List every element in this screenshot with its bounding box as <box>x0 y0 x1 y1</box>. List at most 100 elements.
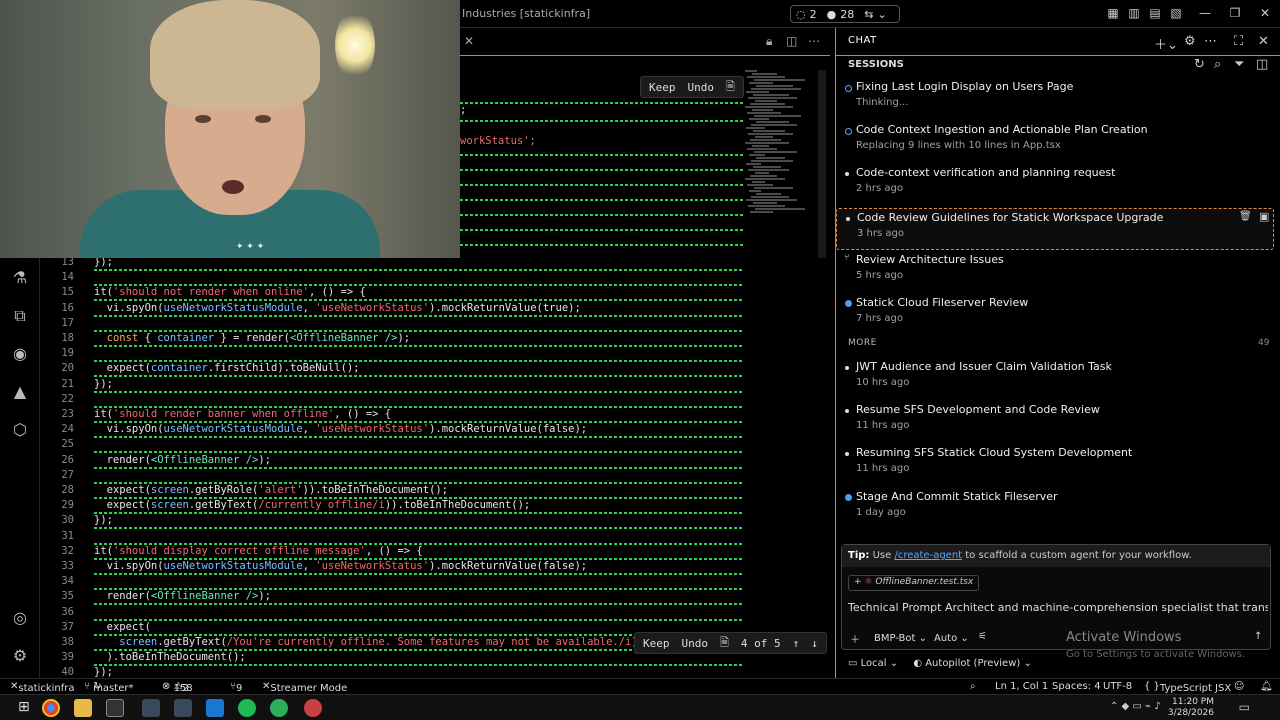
tools-icon[interactable]: ⚟ <box>978 631 987 642</box>
line-number[interactable]: 30 <box>40 514 74 526</box>
delete-session-icon[interactable]: 🗑︎ <box>1239 211 1252 222</box>
notification-center-icon[interactable]: ▭ <box>1239 700 1250 714</box>
create-agent-link[interactable]: /create-agent <box>894 550 962 561</box>
tab-close-icon[interactable]: ✕ <box>464 34 474 48</box>
streamer-mode[interactable]: ✕ Streamer Mode <box>262 681 347 694</box>
line-number[interactable]: 38 <box>40 636 74 648</box>
code-line[interactable]: 17 <box>40 317 830 332</box>
line-number[interactable]: 19 <box>40 347 74 359</box>
session-item[interactable]: Stage And Commit Statick Fileserver 1 day… <box>836 488 1274 530</box>
chat-prompt-input[interactable]: Technical Prompt Architect and machine-c… <box>848 601 1268 614</box>
line-number[interactable]: 32 <box>40 545 74 557</box>
minimap[interactable] <box>745 70 805 220</box>
encoding[interactable]: UTF-8 <box>1103 681 1132 692</box>
split-editor-icon[interactable]: ◫ <box>786 34 797 48</box>
code-line[interactable]: 29 expect(screen.getByText(/currently of… <box>40 499 830 515</box>
cursor-position[interactable]: Ln 1, Col 1 <box>995 681 1048 692</box>
local-picker[interactable]: ▭ Local ⌄ <box>848 658 898 669</box>
code-line[interactable]: 23 it('should render banner when offline'… <box>40 408 830 423</box>
code-line[interactable]: 32 it('should display correct offline mes… <box>40 545 830 560</box>
session-item[interactable]: Code Review Guidelines for Statick Works… <box>836 207 1274 250</box>
code-line[interactable]: 20 expect(container.firstChild).toBeNull… <box>40 362 830 378</box>
testing-icon[interactable]: ⚗ <box>8 266 32 290</box>
system-tray-icons[interactable]: ⌃ ◆ ▭ ⌁ ♪ <box>1110 701 1161 712</box>
mode-picker[interactable]: Auto ⌄ <box>934 633 969 644</box>
search-icon[interactable]: ⌕ <box>1214 57 1221 72</box>
code-line[interactable]: 27 <box>40 469 830 484</box>
code-line[interactable]: 33 vi.spyOn(useNetworkStatusModule, 'use… <box>40 560 830 575</box>
keep-button[interactable]: Keep <box>649 81 676 94</box>
app-icon[interactable] <box>174 699 192 717</box>
code-line[interactable]: 25 <box>40 438 830 454</box>
containers-icon[interactable]: ⬡ <box>8 418 32 442</box>
archive-session-icon[interactable]: ▣ <box>1259 210 1269 223</box>
code-line[interactable]: 31 <box>40 530 830 545</box>
line-number[interactable]: 25 <box>40 438 74 450</box>
line-number[interactable]: 28 <box>40 484 74 496</box>
lock-icon[interactable]: 🔒︎ <box>766 34 772 49</box>
new-chat-icon[interactable]: ＋⌄ <box>1154 34 1178 53</box>
session-item[interactable]: Resuming SFS Statick Cloud System Develo… <box>836 444 1274 486</box>
session-item[interactable]: Statick Cloud Fileserver Review 7 hrs ago <box>836 294 1274 336</box>
refresh-icon[interactable]: ↻ <box>1194 57 1205 72</box>
code-line[interactable]: 26 render(<OfflineBanner />); <box>40 454 830 469</box>
branch-indicator[interactable]: ⑂ master* ↻ <box>84 681 133 694</box>
split-view-icon[interactable]: ◫ <box>1256 57 1268 72</box>
session-item[interactable]: Resume SFS Development and Code Review 11… <box>836 401 1274 443</box>
line-number[interactable]: 22 <box>40 393 74 405</box>
line-number[interactable]: 37 <box>40 621 74 633</box>
file-explorer-icon[interactable] <box>74 699 92 717</box>
toggle-panel-icon[interactable]: ▤ <box>1148 6 1162 20</box>
remote-indicator[interactable]: ✕ statickinfra <box>10 681 75 694</box>
close-icon[interactable]: ✕ <box>1258 6 1272 20</box>
account-icon[interactable]: ◎ <box>8 606 32 630</box>
app-icon[interactable] <box>304 699 322 717</box>
line-number[interactable]: 24 <box>40 423 74 435</box>
minimize-icon[interactable]: — <box>1198 6 1212 20</box>
session-item[interactable]: ⑂ Review Architecture Issues 5 hrs ago <box>836 251 1274 293</box>
code-line[interactable]: 34 <box>40 575 830 591</box>
autopilot-picker[interactable]: ◐ Autopilot (Preview) ⌄ <box>913 658 1032 669</box>
app-icon[interactable] <box>270 699 288 717</box>
app-icon[interactable] <box>142 699 160 717</box>
line-number[interactable]: 36 <box>40 606 74 618</box>
code-line[interactable]: 35 render(<OfflineBanner />); <box>40 590 830 606</box>
chat-settings-icon[interactable]: ⚙ <box>1184 34 1196 49</box>
code-editor[interactable]: 13}); 14 15 it('should not render when onli… <box>40 258 830 678</box>
chat-input-box[interactable]: Tip: Use /create-agent to scaffold a cus… <box>841 544 1271 650</box>
code-line[interactable]: 22 <box>40 393 830 408</box>
line-number[interactable]: 23 <box>40 408 74 420</box>
arrow-down-icon[interactable]: ↓ <box>811 637 818 650</box>
toggle-secondary-sidebar-icon[interactable]: ▧ <box>1169 6 1183 20</box>
line-number[interactable]: 34 <box>40 575 74 587</box>
line-number[interactable]: 35 <box>40 590 74 602</box>
line-number[interactable]: 39 <box>40 651 74 663</box>
settings-gear-icon[interactable]: ⚙ <box>8 644 32 668</box>
toggle-sidebar-icon[interactable]: ▥ <box>1127 6 1141 20</box>
restore-icon[interactable]: ❐ <box>1228 6 1242 20</box>
code-line[interactable]: 13}); <box>40 258 830 271</box>
code-line[interactable]: 16 vi.spyOn(useNetworkStatusModule, 'use… <box>40 302 830 317</box>
agent-picker[interactable]: BMP-Bot ⌄ <box>874 633 927 644</box>
taskbar-clock[interactable]: 11:20 PM 3/28/2026 <box>1168 697 1214 719</box>
arrow-up-icon[interactable]: ↑ <box>793 637 800 650</box>
more-sessions-label[interactable]: MORE <box>848 338 877 348</box>
line-number[interactable]: 26 <box>40 454 74 466</box>
line-number[interactable]: 27 <box>40 469 74 481</box>
vscode-icon[interactable] <box>206 699 224 717</box>
code-line[interactable]: 40}); <box>40 666 830 678</box>
problems-indicator[interactable]: ⊗ 158 ⚠ 2 <box>162 681 193 694</box>
code-line[interactable]: 30}); <box>40 514 830 530</box>
notifications-icon[interactable]: 🔔︎ <box>1260 681 1273 692</box>
session-item[interactable]: Code Context Ingestion and Actionable Pl… <box>836 121 1274 163</box>
line-number[interactable]: 20 <box>40 362 74 374</box>
undo-button[interactable]: Undo <box>682 637 709 650</box>
line-number[interactable]: 21 <box>40 378 74 390</box>
extensions-icon[interactable]: ⧉ <box>8 304 32 328</box>
indentation[interactable]: Spaces: 4 <box>1052 681 1101 692</box>
windows-start-icon[interactable]: ⊞ <box>18 699 30 715</box>
layout-customize-icon[interactable]: ▦ <box>1106 6 1120 20</box>
add-attachment-icon[interactable]: ＋ <box>850 631 860 646</box>
keep-button[interactable]: Keep <box>643 637 670 650</box>
line-number[interactable]: 13 <box>40 258 74 268</box>
